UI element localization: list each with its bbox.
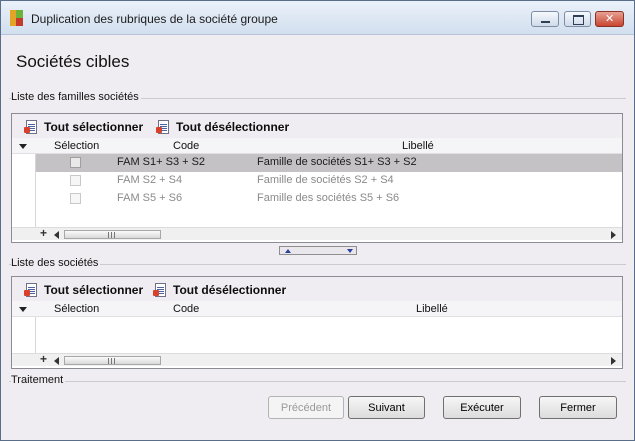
column-chooser-arrow-icon[interactable]	[19, 144, 27, 149]
table-row[interactable]: FAM S5 + S6 Famille des sociétés S5 + S6	[36, 190, 622, 208]
minimize-button[interactable]	[531, 11, 559, 27]
companies-horizontal-scrollbar[interactable]: +	[12, 352, 622, 366]
panel-splitter[interactable]	[279, 246, 357, 255]
select-all-icon	[24, 120, 37, 134]
deselect-all-icon	[156, 120, 169, 134]
scroll-left-icon[interactable]	[54, 231, 59, 239]
splitter-down-arrow-icon[interactable]	[347, 249, 353, 253]
window-title: Duplication des rubriques de la société …	[31, 12, 278, 26]
scroll-right-icon[interactable]	[611, 357, 616, 365]
companies-toolbar: Tout sélectionner Tout désélectionner	[12, 277, 622, 301]
close-button[interactable]: Fermer	[539, 396, 617, 419]
col-header-code[interactable]: Code	[173, 140, 199, 152]
col-header-code[interactable]: Code	[173, 303, 199, 315]
treatment-section-label: Traitement	[11, 374, 66, 386]
companies-select-all-button[interactable]: Tout sélectionner	[24, 282, 143, 298]
next-button[interactable]: Suivant	[348, 396, 425, 419]
row-libelle: Famille de sociétés S1+ S3 + S2	[257, 156, 417, 168]
row-libelle: Famille des sociétés S5 + S6	[257, 192, 400, 204]
companies-grid-body	[12, 317, 622, 353]
scroll-right-icon[interactable]	[611, 231, 616, 239]
row-checkbox[interactable]	[70, 193, 81, 204]
families-deselect-all-button[interactable]: Tout désélectionner	[156, 119, 289, 135]
scroll-left-icon[interactable]	[54, 357, 59, 365]
section-divider	[9, 264, 626, 265]
table-row[interactable]: FAM S1+ S3 + S2 Famille de sociétés S1+ …	[36, 154, 622, 172]
close-window-button[interactable]	[595, 11, 624, 27]
dialog-window: Duplication des rubriques de la société …	[0, 0, 635, 441]
row-code: FAM S2 + S4	[117, 174, 183, 186]
app-icon	[10, 10, 23, 26]
page-title: Sociétés cibles	[16, 52, 130, 71]
col-header-libelle[interactable]: Libellé	[402, 140, 434, 152]
deselect-all-icon	[153, 283, 166, 297]
families-horizontal-scrollbar[interactable]: +	[12, 226, 622, 240]
scrollbar-thumb[interactable]	[64, 356, 161, 365]
execute-button[interactable]: Exécuter	[443, 396, 521, 419]
row-checkbox[interactable]	[70, 175, 81, 186]
add-row-icon[interactable]: +	[40, 352, 47, 366]
add-row-icon[interactable]: +	[40, 226, 47, 240]
companies-grid-header: Sélection Code Libellé	[12, 301, 622, 317]
col-header-selection[interactable]: Sélection	[54, 140, 99, 152]
companies-section-label: Liste des sociétés	[11, 257, 101, 269]
families-grid-body: FAM S1+ S3 + S2 Famille de sociétés S1+ …	[12, 154, 622, 227]
col-header-selection[interactable]: Sélection	[54, 303, 99, 315]
row-code: FAM S1+ S3 + S2	[117, 156, 206, 168]
select-all-icon	[24, 283, 37, 297]
row-checkbox[interactable]	[70, 157, 81, 168]
row-header-strip	[12, 317, 36, 353]
families-toolbar: Tout sélectionner Tout désélectionner	[12, 114, 622, 138]
row-libelle: Famille de sociétés S2 + S4	[257, 174, 394, 186]
row-code: FAM S5 + S6	[117, 192, 183, 204]
companies-deselect-all-button[interactable]: Tout désélectionner	[153, 282, 286, 298]
families-grid-panel: Tout sélectionner Tout désélectionner Sé…	[11, 113, 623, 243]
companies-grid-panel: Tout sélectionner Tout désélectionner Sé…	[11, 276, 623, 369]
row-header-strip	[12, 154, 36, 227]
title-bar: Duplication des rubriques de la société …	[1, 1, 634, 35]
previous-button[interactable]: Précédent	[268, 396, 344, 419]
col-header-libelle[interactable]: Libellé	[416, 303, 448, 315]
families-section-label: Liste des familles sociétés	[11, 91, 141, 103]
scrollbar-thumb[interactable]	[64, 230, 161, 239]
table-row[interactable]: FAM S2 + S4 Famille de sociétés S2 + S4	[36, 172, 622, 190]
maximize-button[interactable]	[564, 11, 591, 27]
families-select-all-button[interactable]: Tout sélectionner	[24, 119, 143, 135]
families-grid-header: Sélection Code Libellé	[12, 138, 622, 154]
column-chooser-arrow-icon[interactable]	[19, 307, 27, 312]
section-divider	[9, 381, 626, 382]
splitter-up-arrow-icon[interactable]	[285, 249, 291, 253]
